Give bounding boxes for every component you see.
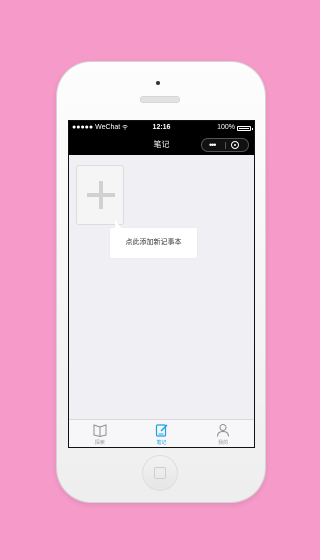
- tab-profile[interactable]: 我的: [192, 420, 254, 447]
- home-button[interactable]: [142, 455, 178, 491]
- camera-dot: [156, 81, 160, 85]
- tooltip-text: 点此添加新记事本: [125, 239, 182, 246]
- add-notebook-button[interactable]: [76, 165, 124, 225]
- close-target-icon[interactable]: [231, 141, 239, 149]
- mini-program-capsule: •••: [201, 138, 249, 152]
- battery-percent: 100%: [217, 124, 235, 131]
- status-bar: ●●●●● WeChat 12:16 100%: [69, 121, 254, 135]
- nav-bar: 笔记 •••: [69, 135, 254, 155]
- battery-icon: [237, 125, 253, 131]
- tab-explore[interactable]: 探索: [69, 420, 131, 447]
- add-hint-tooltip: 点此添加新记事本: [110, 219, 197, 258]
- more-icon[interactable]: •••: [209, 139, 217, 151]
- tab-label: 探索: [94, 440, 105, 446]
- plus-icon: [87, 181, 115, 209]
- tab-notes[interactable]: 笔记: [131, 420, 193, 447]
- capsule-divider: [225, 142, 226, 149]
- tab-bar: 探索 笔记 我的: [69, 419, 254, 447]
- book-icon: [93, 424, 107, 437]
- tab-label: 我的: [218, 440, 229, 446]
- app-screen: ●●●●● WeChat 12:16 100% 笔记 ••• 点此添加新记事本 …: [68, 120, 255, 448]
- home-square-icon: [154, 467, 166, 479]
- speaker-grille: [140, 96, 180, 103]
- person-icon: [217, 424, 230, 437]
- notes-content: 点此添加新记事本: [69, 155, 254, 419]
- battery-status: 100%: [217, 121, 253, 135]
- edit-note-icon: [155, 424, 168, 437]
- tab-label: 笔记: [156, 440, 167, 446]
